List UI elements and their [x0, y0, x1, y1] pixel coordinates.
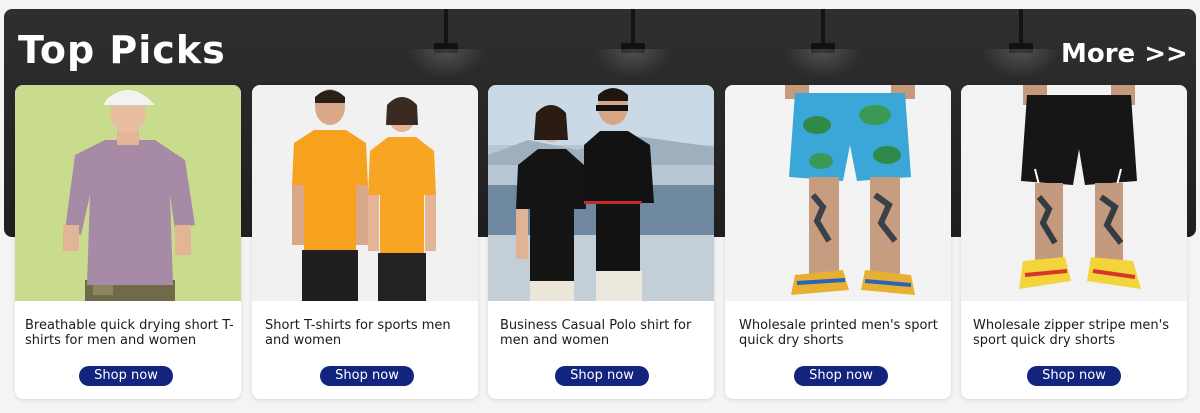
- product-image[interactable]: [725, 85, 951, 301]
- pendant-lamp-decoration: [784, 9, 862, 79]
- product-description: Breathable quick drying short T-shirts f…: [25, 318, 234, 348]
- more-link[interactable]: More >>: [1061, 39, 1188, 69]
- product-card[interactable]: Wholesale zipper stripe men's sport quic…: [961, 85, 1187, 399]
- shop-now-button[interactable]: Shop now: [79, 366, 173, 386]
- pendant-lamp-decoration: [594, 9, 672, 79]
- product-card[interactable]: Breathable quick drying short T-shirts f…: [15, 85, 241, 399]
- shop-now-button[interactable]: Shop now: [320, 366, 414, 386]
- product-description: Wholesale zipper stripe men's sport quic…: [973, 318, 1170, 348]
- product-description: Wholesale printed men's sport quick dry …: [739, 318, 938, 348]
- product-image[interactable]: [488, 85, 714, 301]
- shop-now-button[interactable]: Shop now: [1027, 366, 1121, 386]
- product-image[interactable]: [961, 85, 1187, 301]
- product-description: Business Casual Polo shirt for men and w…: [500, 318, 692, 348]
- shop-now-button[interactable]: Shop now: [794, 366, 888, 386]
- shop-now-button[interactable]: Shop now: [555, 366, 649, 386]
- product-description: Short T-shirts for sports men and women: [265, 318, 451, 348]
- pendant-lamp-decoration: [982, 9, 1060, 79]
- product-image[interactable]: [15, 85, 241, 301]
- pendant-lamp-decoration: [407, 9, 485, 79]
- product-card[interactable]: Short T-shirts for sports men and women …: [252, 85, 478, 399]
- section-title: Top Picks: [18, 28, 226, 72]
- product-image[interactable]: [252, 85, 478, 301]
- product-card[interactable]: Wholesale printed men's sport quick dry …: [725, 85, 951, 399]
- product-card[interactable]: Business Casual Polo shirt for men and w…: [488, 85, 714, 399]
